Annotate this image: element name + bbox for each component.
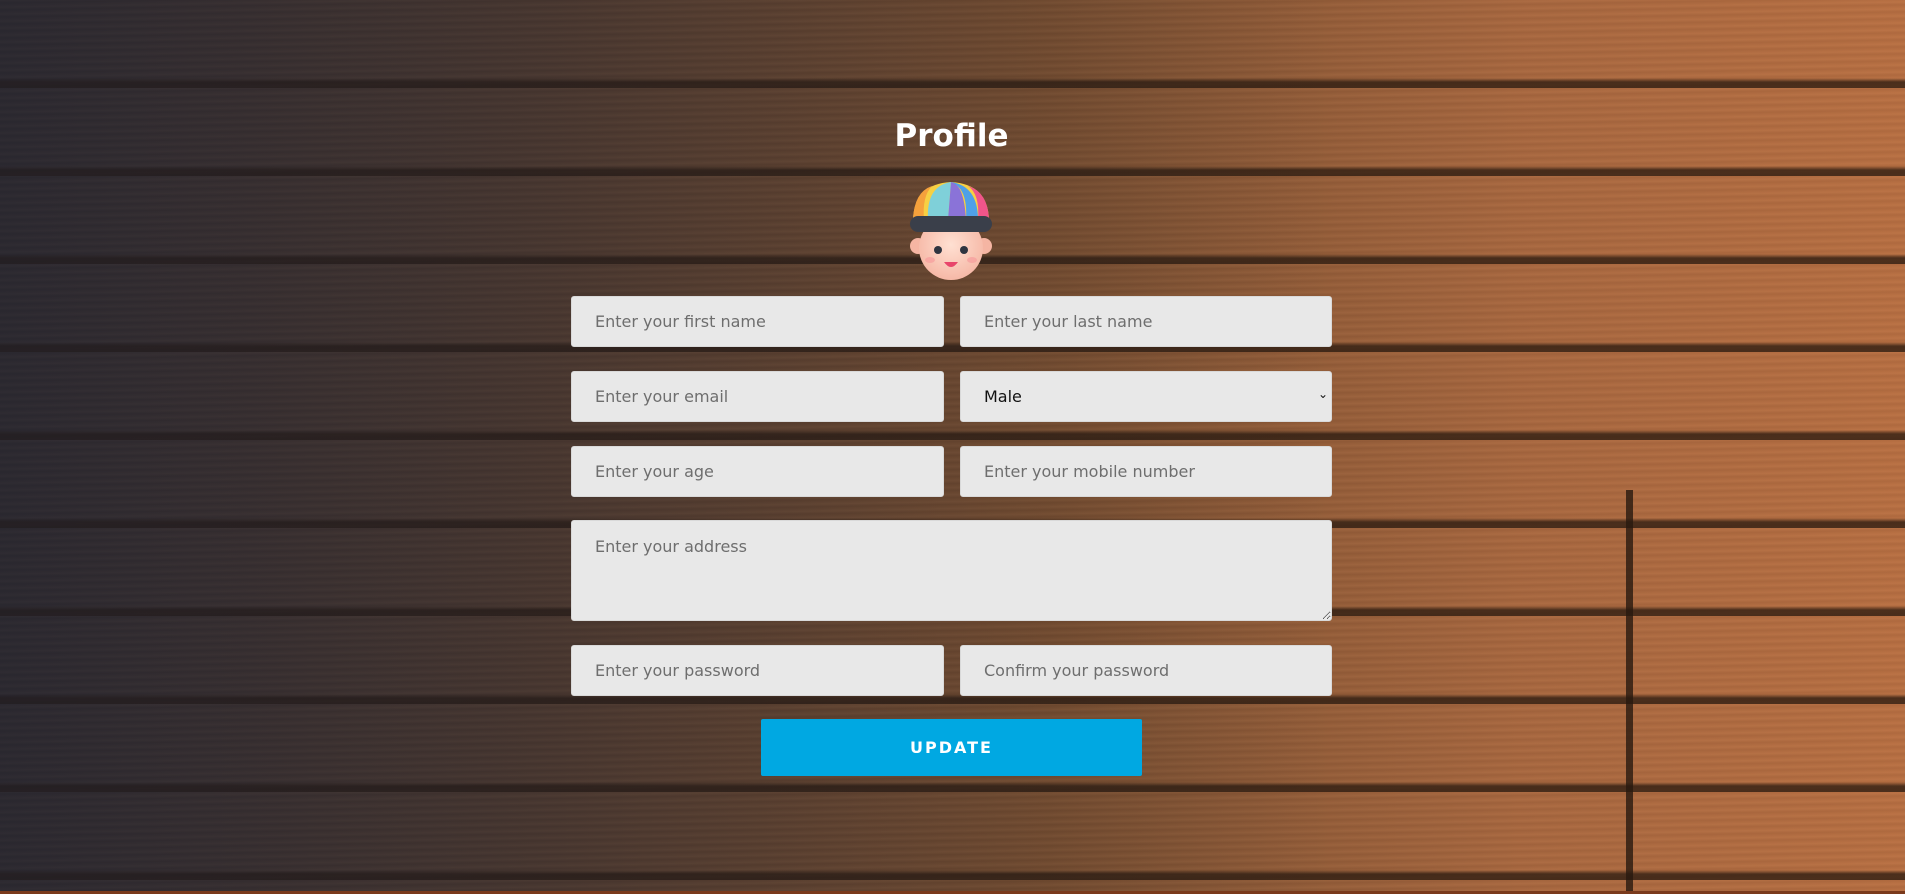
age-field[interactable] [571,446,944,497]
last-name-field[interactable] [960,296,1332,347]
gender-select[interactable]: Male [960,371,1332,422]
confirm-password-field[interactable] [960,645,1332,696]
first-name-field[interactable] [571,296,944,347]
update-button[interactable]: UPDATE [761,719,1142,776]
address-field[interactable] [571,520,1332,621]
avatar-icon [910,182,992,280]
page-title: Profile [894,118,1009,154]
background-plank-seam [1626,490,1633,894]
email-field[interactable] [571,371,944,422]
password-field[interactable] [571,645,944,696]
mobile-number-field[interactable] [960,446,1332,497]
